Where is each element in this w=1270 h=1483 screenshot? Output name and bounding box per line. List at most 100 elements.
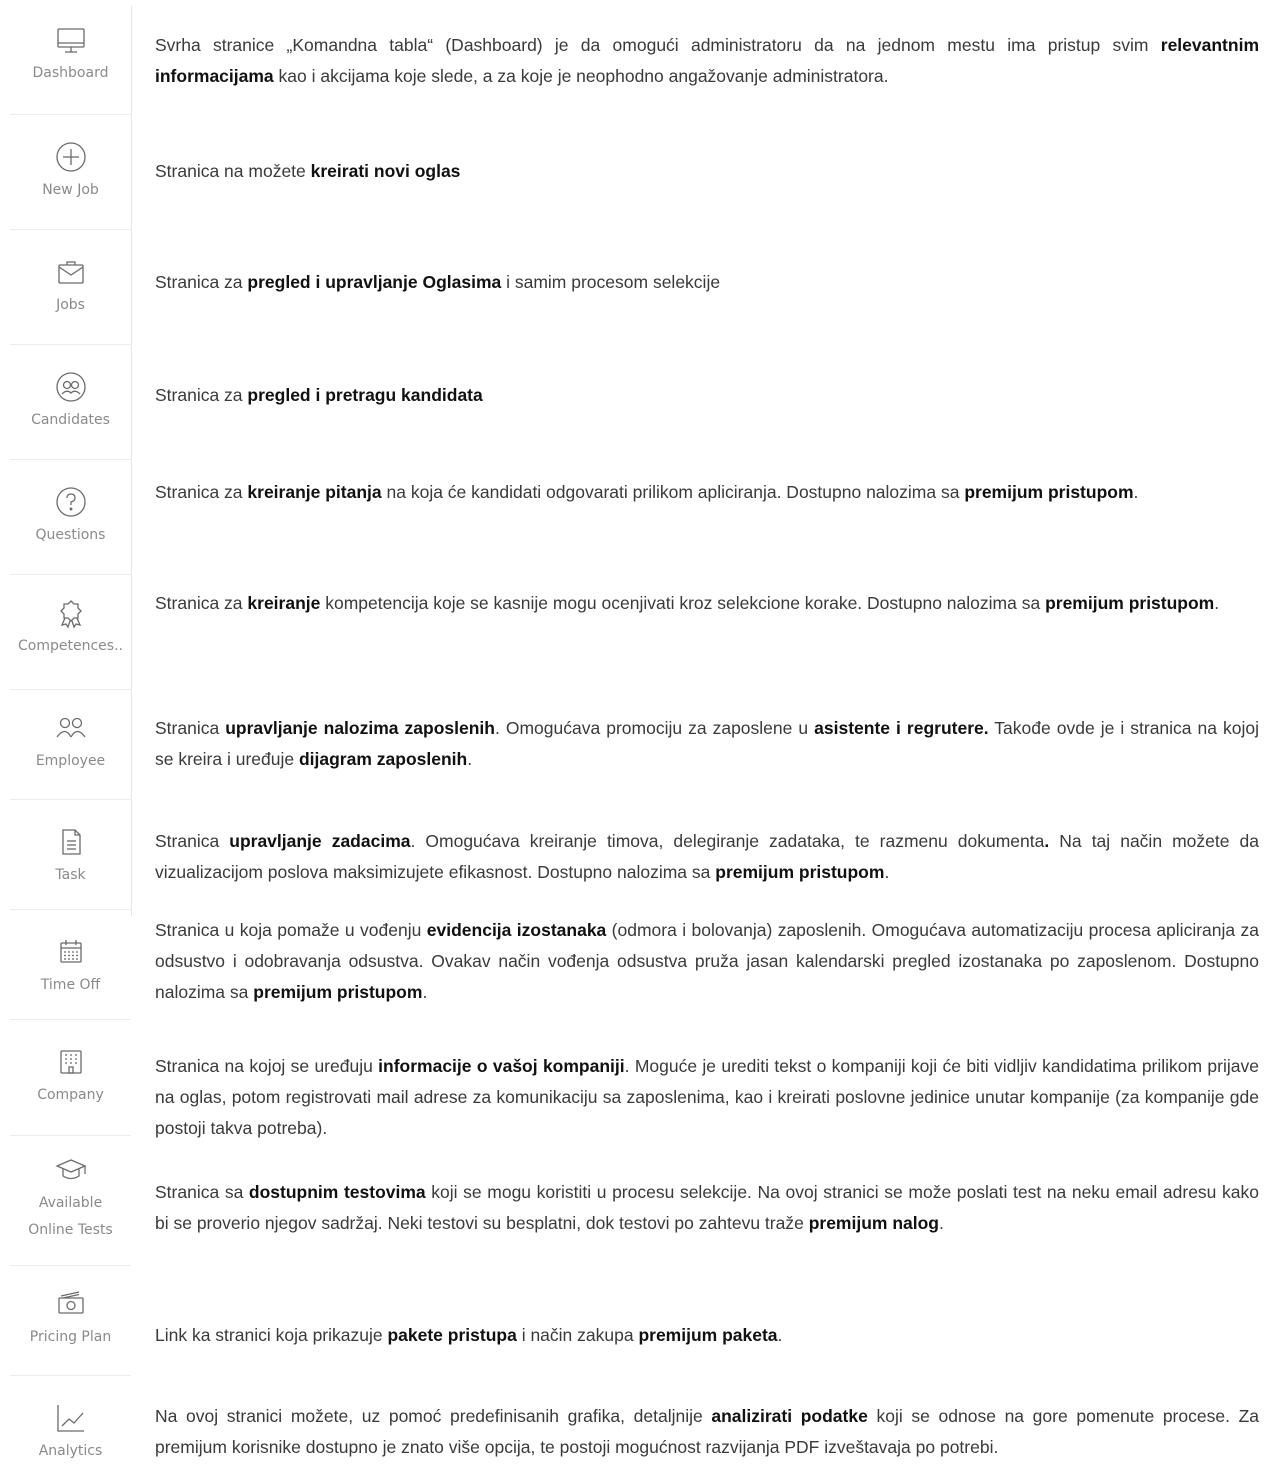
description-available-online-tests: Stranica sa dostupnim testovima koji se …	[155, 1177, 1259, 1239]
text-segment: Svrha stranice „Komandna tabla“ (Dashboa…	[155, 35, 1161, 55]
text-segment: na koja će kandidati odgovarati prilikom…	[381, 482, 965, 502]
chart-line-icon	[51, 1398, 91, 1438]
emphasis-text: pakete pristupa	[387, 1325, 517, 1345]
emphasis-text: pregled i upravljanje Oglasima	[247, 272, 502, 292]
sidebar-item-questions[interactable]: Questions	[10, 460, 131, 575]
monitor-icon	[51, 20, 91, 60]
text-segment: Stranica sa	[155, 1182, 249, 1202]
plus-circle-icon	[51, 137, 91, 177]
emphasis-text: kreiranje	[247, 593, 321, 613]
text-segment: . Omogućava promociju za zaposlene u	[494, 718, 815, 738]
emphasis-text: evidencija izostanaka	[426, 920, 607, 940]
description-analytics: Na ovoj stranici možete, uz pomoć predef…	[155, 1401, 1259, 1463]
sidebar-item-jobs[interactable]: Jobs	[10, 230, 131, 345]
emphasis-text: premijum paketa	[638, 1325, 778, 1345]
description-pricing-plan: Link ka stranici koja prikazuje pakete p…	[155, 1320, 1259, 1351]
calendar-icon	[51, 932, 91, 972]
document-icon	[51, 822, 91, 862]
emphasis-text: dijagram zaposlenih	[298, 749, 468, 769]
emphasis-text: premijum pristupom	[964, 482, 1134, 502]
text-segment: Stranica na možete	[155, 161, 311, 181]
sidebar-item-company[interactable]: Company	[10, 1020, 131, 1136]
text-segment: i samim procesom selekcije	[501, 272, 721, 292]
sidebar-item-dashboard[interactable]: Dashboard	[10, 6, 131, 115]
description-task: Stranica upravljanje zadacima. Omogućava…	[155, 826, 1259, 888]
sidebar-item-available-online-tests[interactable]: Available Online Tests	[10, 1136, 131, 1266]
text-segment: Na ovoj stranici možete, uz pomoć predef…	[155, 1406, 712, 1426]
question-circle-icon	[51, 482, 91, 522]
sidebar-item-new-job[interactable]: New Job	[10, 115, 131, 230]
emphasis-text: premijum pristupom	[715, 862, 885, 882]
sidebar-item-time-off[interactable]: Time Off	[10, 910, 131, 1020]
sidebar-item-label: Dashboard	[32, 65, 109, 81]
text-segment: . Omogućava kreiranje timova, delegiranj…	[410, 831, 1045, 851]
text-segment: .	[777, 1325, 783, 1345]
emphasis-text: premijum nalog	[808, 1213, 939, 1233]
description-new-job: Stranica na možete kreirati novi oglas	[155, 156, 1259, 187]
sidebar-item-label: Questions	[35, 527, 106, 543]
text-segment: .	[422, 982, 428, 1002]
emphasis-text: premijum pristupom	[253, 982, 423, 1002]
description-employee: Stranica upravljanje nalozima zaposlenih…	[155, 713, 1259, 775]
emphasis-text: dostupnim testovima	[248, 1182, 426, 1202]
sidebar-item-label: Company	[37, 1087, 104, 1103]
emphasis-text: upravljanje nalozima zaposlenih	[225, 718, 495, 738]
candidates-icon	[51, 367, 91, 407]
sidebar-item-label: Time Off	[40, 977, 101, 993]
text-segment: .	[938, 1213, 944, 1233]
sidebar-item-label: New Job	[42, 182, 99, 198]
description-time-off: Stranica u koja pomaže u vođenju evidenc…	[155, 915, 1259, 1008]
sidebar-item-label: Employee	[35, 753, 106, 769]
sidebar-item-candidates[interactable]: Candidates	[10, 345, 131, 460]
graduation-cap-icon	[51, 1150, 91, 1190]
award-icon	[51, 593, 91, 633]
text-segment: Stranica za	[155, 385, 248, 405]
text-segment: Stranica na kojoj se uređuju	[155, 1056, 379, 1076]
text-segment: Stranica za	[155, 272, 248, 292]
sidebar-item-label: Jobs	[56, 297, 85, 313]
description-jobs: Stranica za pregled i upravljanje Oglasi…	[155, 267, 1259, 298]
emphasis-text: asistente i regrutere.	[814, 718, 989, 738]
emphasis-text: informacije o vašoj kompaniji	[378, 1056, 625, 1076]
text-segment: kao i akcijama koje slede, a za koje je …	[273, 66, 889, 86]
sidebar-item-label: Candidates	[31, 412, 110, 428]
money-icon	[51, 1284, 91, 1324]
emphasis-text: premijum pristupom	[1045, 593, 1215, 613]
building-icon	[51, 1042, 91, 1082]
sidebar-item-label: Pricing Plan	[29, 1329, 112, 1345]
sidebar-item-label: Analytics	[38, 1443, 103, 1459]
sidebar-item-label: Competences..	[18, 638, 123, 654]
sidebar-item-label: Available Online Tests	[28, 1195, 113, 1238]
sidebar: Dashboard New Job Jobs Candidates Questi…	[10, 6, 132, 1483]
text-segment: .	[884, 862, 890, 882]
sidebar-item-task[interactable]: Task	[10, 800, 131, 910]
text-segment: Stranica za	[155, 593, 248, 613]
emphasis-text: upravljanje zadacima	[229, 831, 411, 851]
description-dashboard: Svrha stranice „Komandna tabla“ (Dashboa…	[155, 30, 1259, 92]
text-segment: i način zakupa	[516, 1325, 639, 1345]
emphasis-text: kreiranje pitanja	[247, 482, 382, 502]
users-icon	[51, 708, 91, 748]
text-segment: .	[1214, 593, 1220, 613]
text-segment: Stranica za	[155, 482, 248, 502]
description-company: Stranica na kojoj se uređuju informacije…	[155, 1051, 1259, 1144]
briefcase-icon	[51, 252, 91, 292]
text-segment: Stranica	[155, 718, 226, 738]
text-segment: Link ka stranici koja prikazuje	[155, 1325, 388, 1345]
emphasis-text: pregled i pretragu kandidata	[247, 385, 483, 405]
emphasis-text: kreirati novi oglas	[310, 161, 461, 181]
emphasis-text: analizirati podatke	[711, 1406, 868, 1426]
sidebar-item-employee[interactable]: Employee	[10, 690, 131, 800]
description-candidates: Stranica za pregled i pretragu kandidata	[155, 380, 1259, 411]
sidebar-item-pricing-plan[interactable]: Pricing Plan	[10, 1266, 131, 1376]
description-competences: Stranica za kreiranje kompetencija koje …	[155, 588, 1259, 619]
text-segment: Stranica u koja pomaže u vođenju	[155, 920, 427, 940]
sidebar-item-competences[interactable]: Competences..	[10, 575, 131, 690]
text-segment: Stranica	[155, 831, 230, 851]
text-segment: .	[467, 749, 473, 769]
sidebar-item-analytics[interactable]: Analytics	[10, 1376, 131, 1483]
text-segment: kompetencija koje se kasnije mogu ocenji…	[320, 593, 1046, 613]
description-questions: Stranica za kreiranje pitanja na koja će…	[155, 477, 1259, 508]
sidebar-item-label: Task	[55, 867, 86, 883]
text-segment: .	[1133, 482, 1139, 502]
